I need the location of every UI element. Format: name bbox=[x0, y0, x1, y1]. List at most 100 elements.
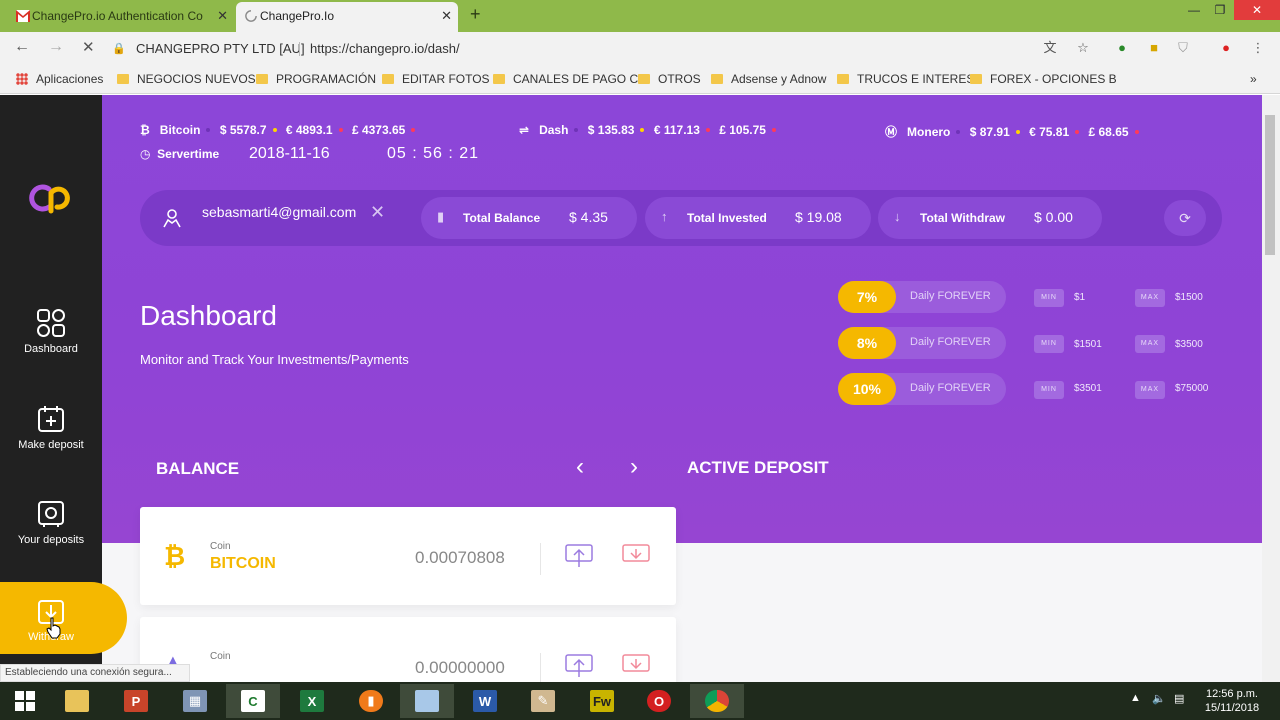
extension-icon[interactable]: ■ bbox=[1146, 40, 1162, 56]
coin-label: Coin bbox=[210, 541, 231, 552]
ticker-bitcoin: ₿ Bitcoin $ 5578.7 € 4893.1 £ 4373.65 bbox=[140, 123, 421, 137]
excel-icon[interactable]: X bbox=[285, 684, 339, 718]
star-icon[interactable]: ☆ bbox=[1075, 40, 1091, 56]
more-bookmarks-icon[interactable]: » bbox=[1250, 72, 1257, 86]
plan-label: Daily FOREVER bbox=[910, 290, 991, 302]
profile-icon[interactable]: ● bbox=[1218, 40, 1234, 56]
bookmark-folder[interactable]: NEGOCIOS NUEVOS bbox=[117, 72, 256, 86]
tray-expand-icon[interactable]: ▲ bbox=[1130, 692, 1141, 704]
browser-toolbar: ← → ✕ 🔒 CHANGEPRO PTY LTD [AU] https://c… bbox=[0, 32, 1280, 66]
ticker-monero: Ⓜ Monero $ 87.91 € 75.81 £ 68.65 bbox=[885, 123, 1145, 140]
camtasia-icon[interactable]: C bbox=[226, 684, 280, 718]
bookmark-folder[interactable]: TRUCOS E INTERES bbox=[837, 72, 974, 86]
max-badge: MAX bbox=[1135, 335, 1165, 353]
powerpoint-icon[interactable]: P bbox=[109, 684, 163, 718]
max-badge: MAX bbox=[1135, 381, 1165, 399]
bitcoin-icon: ₿ bbox=[140, 123, 150, 137]
sidebar-item-dashboard[interactable]: Dashboard bbox=[0, 309, 102, 355]
back-icon[interactable]: ← bbox=[14, 38, 30, 56]
taskbar-clock[interactable]: 12:56 p.m. 15/11/2018 bbox=[1200, 687, 1264, 715]
bookmark-folder[interactable]: PROGRAMACIÓN bbox=[256, 72, 376, 86]
safe-icon bbox=[38, 501, 64, 527]
scrollbar-thumb[interactable] bbox=[1265, 115, 1275, 255]
plan-percent: 10% bbox=[838, 373, 896, 405]
bookmark-folder[interactable]: FOREX - OPCIONES B bbox=[970, 72, 1117, 86]
volume-icon[interactable]: 🔈 bbox=[1152, 692, 1166, 705]
chart-app-icon[interactable]: ▮ bbox=[344, 684, 398, 718]
plan-label: Daily FOREVER bbox=[910, 336, 991, 348]
folder-icon bbox=[638, 74, 650, 84]
plan-percent: 8% bbox=[838, 327, 896, 359]
restore-icon[interactable]: ❐ bbox=[1206, 0, 1234, 20]
active-deposit-heading: ACTIVE DEPOSIT bbox=[687, 458, 829, 477]
folder-icon bbox=[711, 74, 723, 84]
stop-icon[interactable]: ✕ bbox=[82, 38, 95, 56]
stat-total-withdraw: ↓ Total Withdraw $ 0.00 bbox=[878, 197, 1102, 239]
address-bar[interactable]: 🔒 CHANGEPRO PTY LTD [AU] https://changep… bbox=[106, 36, 1106, 62]
bookmark-apps[interactable]: Aplicaciones bbox=[16, 72, 103, 86]
menu-icon[interactable]: ⋮ bbox=[1250, 40, 1266, 56]
status-bubble: Estableciendo una conexión segura... bbox=[0, 664, 190, 682]
folder-icon bbox=[382, 74, 394, 84]
calculator-icon[interactable]: ▦ bbox=[168, 684, 222, 718]
fireworks-icon[interactable]: Fw bbox=[575, 684, 629, 718]
page-subtitle: Monitor and Track Your Investments/Payme… bbox=[140, 352, 409, 367]
withdraw-icon[interactable] bbox=[621, 653, 651, 679]
plan-min: $1 bbox=[1074, 292, 1086, 303]
bookmark-folder[interactable]: CANALES DE PAGO C bbox=[493, 72, 638, 86]
chrome-icon[interactable] bbox=[690, 684, 744, 718]
withdraw-icon[interactable] bbox=[621, 543, 651, 569]
balance-heading: BALANCE bbox=[156, 459, 240, 478]
coin-amount: 0.00070808 bbox=[415, 548, 505, 567]
translate-icon[interactable]: 文 bbox=[1042, 40, 1058, 56]
deposit-icon[interactable] bbox=[564, 653, 594, 679]
extension-icon[interactable]: ● bbox=[1114, 40, 1130, 56]
sidebar-item-your-deposits[interactable]: Your deposits bbox=[0, 500, 102, 546]
plan-row: 10% Daily FOREVER bbox=[838, 373, 1006, 405]
chevron-right-icon[interactable]: › bbox=[630, 453, 638, 481]
refresh-icon[interactable]: ⟳ bbox=[1164, 200, 1206, 236]
close-icon[interactable]: ✕ bbox=[217, 2, 228, 30]
min-badge: MIN bbox=[1034, 381, 1064, 399]
paint-icon[interactable]: ✎ bbox=[516, 684, 570, 718]
window-close-icon[interactable]: ✕ bbox=[1234, 0, 1280, 20]
clock-icon: ◷ bbox=[140, 147, 151, 161]
folder-icon bbox=[493, 74, 505, 84]
changepro-logo[interactable] bbox=[27, 181, 77, 215]
ticker-dash: ⇌ Dash $ 135.83 € 117.13 £ 105.75 bbox=[519, 123, 782, 137]
coin-amount: 0.00000000 bbox=[415, 658, 505, 677]
chevron-left-icon[interactable]: ‹ bbox=[576, 453, 584, 481]
dashboard-icon bbox=[37, 309, 65, 337]
word-icon[interactable]: W bbox=[458, 684, 512, 718]
sidebar-item-label: Your deposits bbox=[17, 534, 85, 546]
bookmark-folder[interactable]: OTROS bbox=[638, 72, 701, 86]
bookmark-folder[interactable]: EDITAR FOTOS bbox=[382, 72, 490, 86]
forward-icon[interactable]: → bbox=[48, 38, 64, 56]
tab-changepro[interactable]: ChangePro.Io ✕ bbox=[236, 2, 458, 32]
sidebar-item-make-deposit[interactable]: Make deposit bbox=[0, 405, 102, 451]
divider bbox=[299, 42, 300, 56]
logout-icon[interactable]: ✕ bbox=[370, 202, 385, 223]
loading-icon bbox=[245, 10, 257, 22]
file-explorer-icon[interactable] bbox=[50, 684, 104, 718]
notepad-icon[interactable] bbox=[400, 684, 454, 718]
bookmark-folder[interactable]: Adsense y Adnow bbox=[711, 72, 826, 86]
deposit-icon[interactable] bbox=[564, 543, 594, 569]
folder-icon bbox=[256, 74, 268, 84]
network-icon[interactable]: ▤ bbox=[1174, 692, 1184, 705]
page-title: Dashboard bbox=[140, 300, 277, 331]
monero-icon: Ⓜ bbox=[885, 125, 898, 139]
hand-cursor-icon bbox=[46, 617, 61, 639]
server-time: 05 : 56 : 21 bbox=[387, 145, 480, 162]
windows-start-icon[interactable] bbox=[0, 684, 50, 718]
coin-card-bitcoin: ₿ Coin BITCOIN 0.00070808 bbox=[140, 507, 676, 605]
folder-icon bbox=[970, 74, 982, 84]
opera-icon[interactable]: O bbox=[632, 684, 686, 718]
tab-gmail[interactable]: ChangePro.io Authentication Co ✕ bbox=[8, 2, 234, 32]
new-tab-icon[interactable]: + bbox=[470, 4, 481, 25]
close-icon[interactable]: ✕ bbox=[441, 2, 452, 30]
minimize-icon[interactable]: — bbox=[1180, 0, 1208, 20]
bookmarks-bar: Aplicaciones NEGOCIOS NUEVOS PROGRAMACIÓ… bbox=[0, 66, 1280, 94]
sidebar-item-label: Make deposit bbox=[18, 439, 84, 451]
shield-icon[interactable]: ⛉ bbox=[1175, 40, 1191, 56]
